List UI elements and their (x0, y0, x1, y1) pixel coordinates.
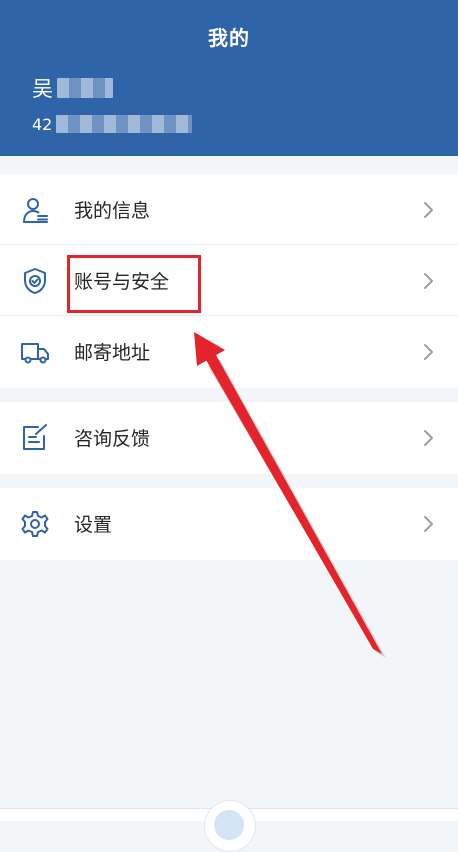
menu-item-settings[interactable]: 设置 (0, 488, 458, 559)
user-name: 吴 (32, 74, 113, 102)
gear-icon (20, 509, 50, 539)
menu-item-label: 我的信息 (74, 200, 151, 222)
user-id-text: 42 (32, 114, 53, 134)
user-profile-icon (20, 195, 50, 225)
menu-group-feedback: 咨询反馈 (0, 402, 458, 474)
chevron-right-icon (424, 201, 433, 218)
user-id: 42 (32, 112, 193, 136)
chevron-right-icon (424, 343, 433, 360)
chevron-right-icon (424, 515, 433, 532)
user-id-mosaic (56, 115, 193, 133)
truck-icon (20, 337, 50, 367)
menu-item-label: 设置 (74, 514, 113, 536)
feedback-edit-icon (20, 423, 50, 453)
menu-item-feedback[interactable]: 咨询反馈 (0, 402, 458, 473)
menu-item-label: 咨询反馈 (74, 428, 151, 450)
chevron-right-icon (424, 429, 433, 446)
bottom-center-button-icon (214, 810, 244, 840)
profile-header: 我的 吴 42 (0, 0, 458, 156)
page-title: 我的 (208, 26, 250, 50)
chevron-right-icon (424, 272, 433, 289)
user-name-text: 吴 (32, 77, 53, 101)
shield-check-icon (20, 266, 50, 296)
menu-item-my-info[interactable]: 我的信息 (0, 174, 458, 245)
annotation-highlight-box (67, 255, 201, 313)
menu-group-settings: 设置 (0, 488, 458, 560)
menu-item-mailing-address[interactable]: 邮寄地址 (0, 316, 458, 387)
user-name-mosaic (57, 78, 113, 98)
menu-item-label: 邮寄地址 (74, 342, 151, 364)
